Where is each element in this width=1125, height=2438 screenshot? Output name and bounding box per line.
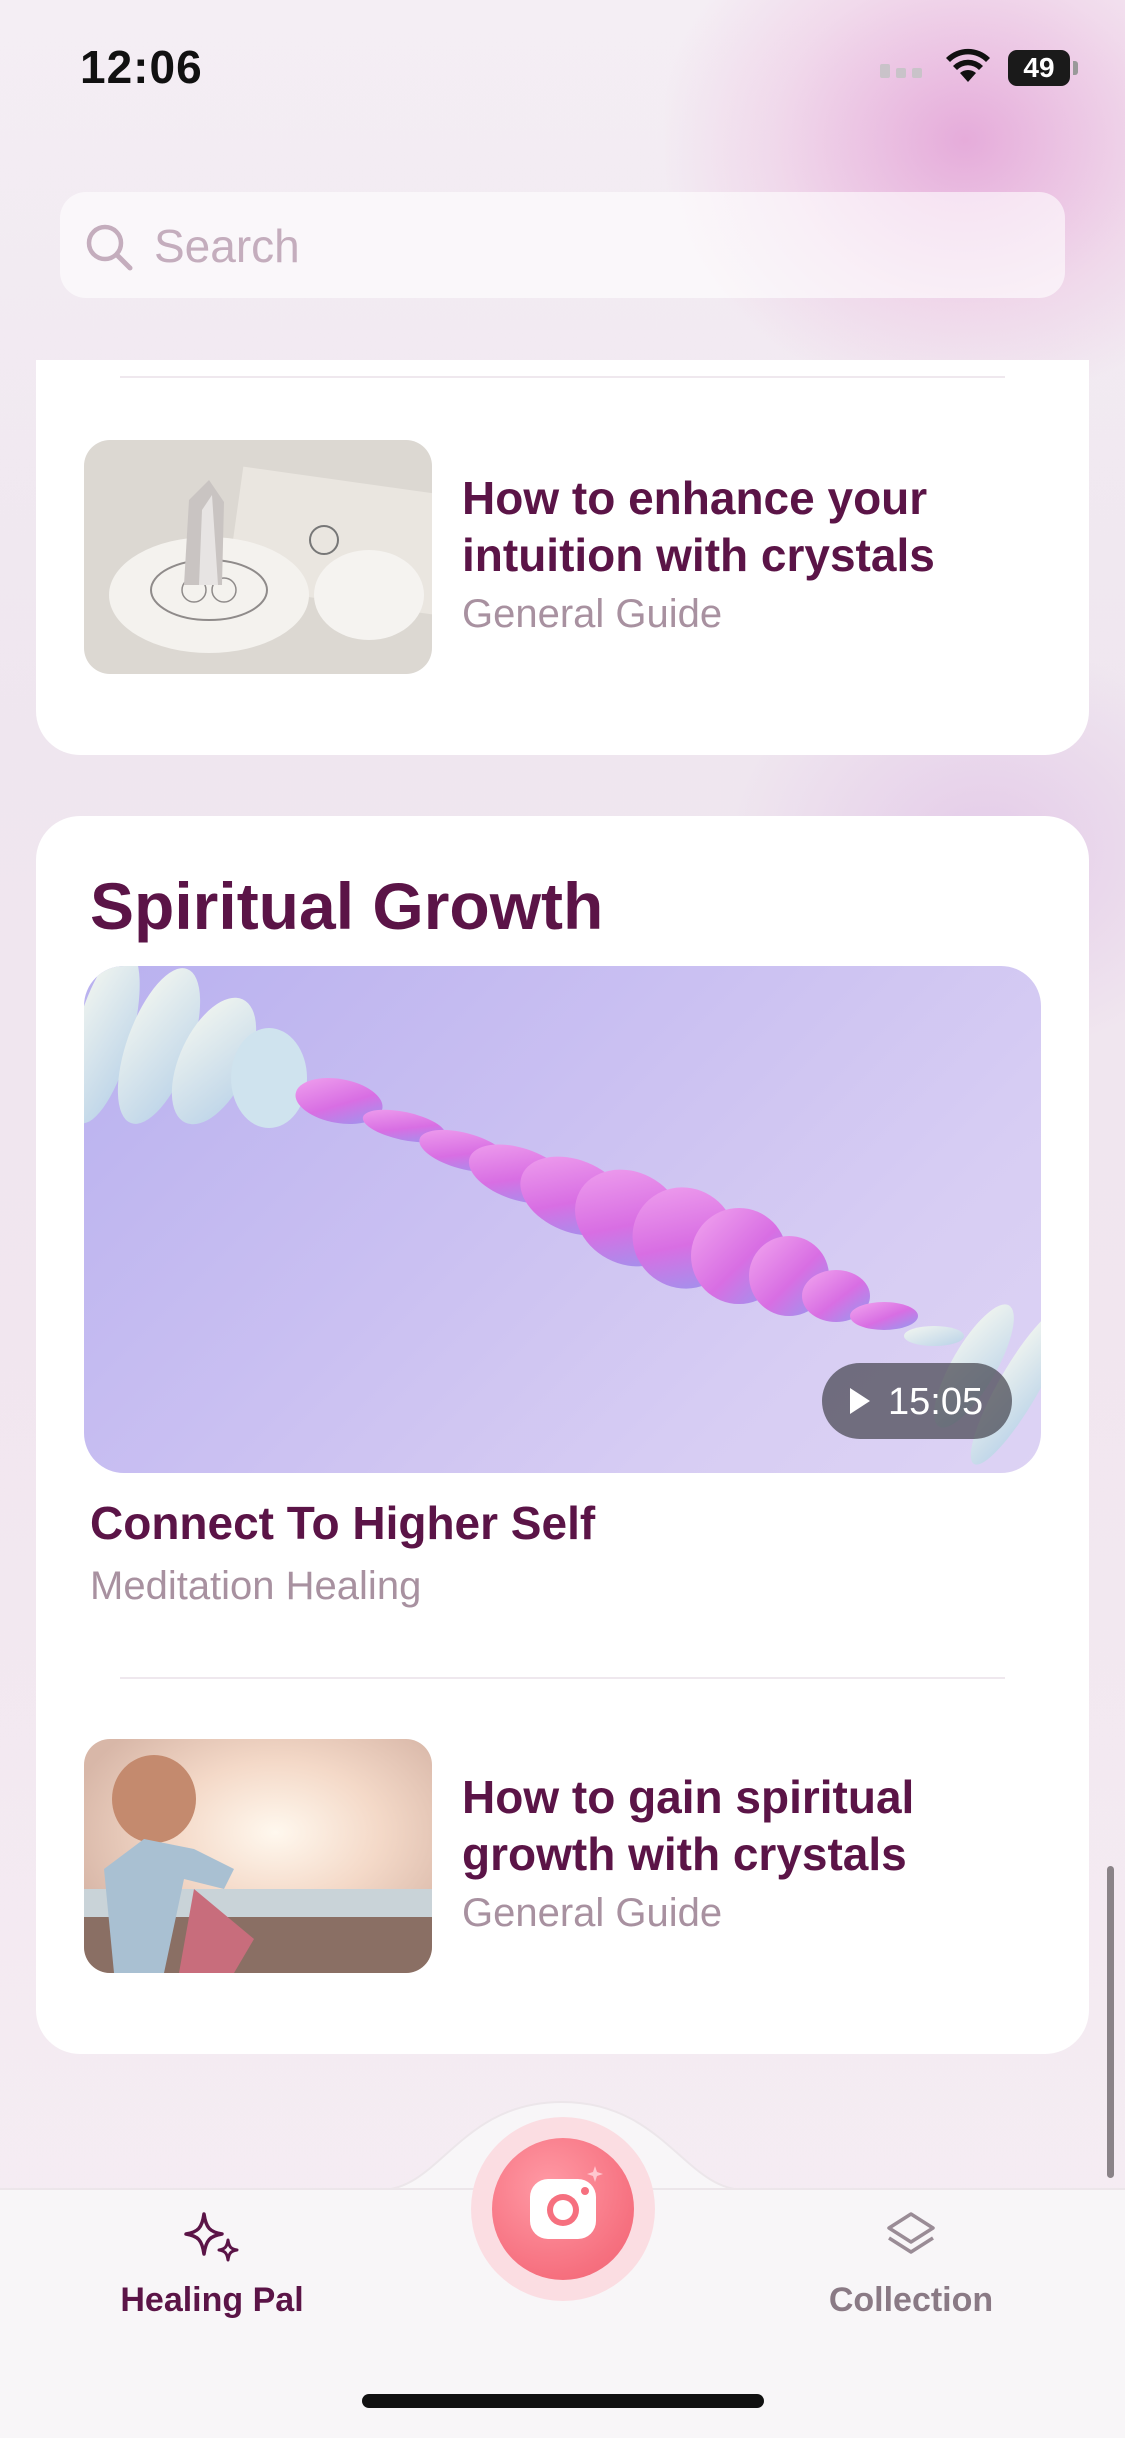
- guide-title: How to enhance your intuition with cryst…: [462, 472, 935, 581]
- battery-indicator: 49: [1008, 50, 1070, 86]
- spiritual-growth-section: Spiritual Growth 15:05 Connect To Higher…: [36, 816, 1089, 2054]
- tab-label: Healing Pal: [120, 2281, 304, 2319]
- section-title: Spiritual Growth: [90, 869, 604, 943]
- tab-collection[interactable]: Collection: [781, 2210, 1041, 2320]
- status-bar: 12:06 49: [0, 0, 1125, 140]
- crystal-thumbnail: [84, 440, 432, 674]
- featured-category: Meditation Healing: [90, 1564, 422, 1608]
- guide-card-top: How to enhance your intuition with cryst…: [36, 360, 1089, 755]
- scrollbar[interactable]: [1107, 1866, 1114, 2178]
- tab-healing-pal[interactable]: Healing Pal: [82, 2210, 342, 2320]
- layers-icon: [881, 2212, 941, 2270]
- search-input[interactable]: [152, 192, 1036, 300]
- sparkles-icon: [182, 2212, 242, 2270]
- child-beach-thumbnail: [84, 1739, 432, 1973]
- featured-video-thumbnail[interactable]: 15:05: [84, 966, 1041, 1473]
- home-indicator[interactable]: [362, 2394, 764, 2408]
- video-duration-badge: 15:05: [822, 1363, 1012, 1439]
- divider: [120, 1677, 1005, 1679]
- battery-nub: [1073, 61, 1078, 75]
- guide-title: How to gain spiritual growth with crysta…: [462, 1771, 915, 1880]
- tab-label: Collection: [828, 2281, 994, 2319]
- cellular-signal-icon: [880, 58, 928, 83]
- guide-category: General Guide: [462, 1891, 723, 1935]
- featured-title[interactable]: Connect To Higher Self: [90, 1496, 595, 1550]
- wifi-icon: [945, 48, 991, 89]
- camera-button[interactable]: [492, 2138, 634, 2280]
- search-icon: [84, 222, 134, 277]
- camera-icon: [492, 2166, 634, 2284]
- divider: [120, 376, 1005, 378]
- search-bar[interactable]: [60, 192, 1065, 300]
- status-time: 12:06: [80, 41, 203, 93]
- play-icon: [850, 1388, 870, 1414]
- guide-category: General Guide: [462, 592, 723, 636]
